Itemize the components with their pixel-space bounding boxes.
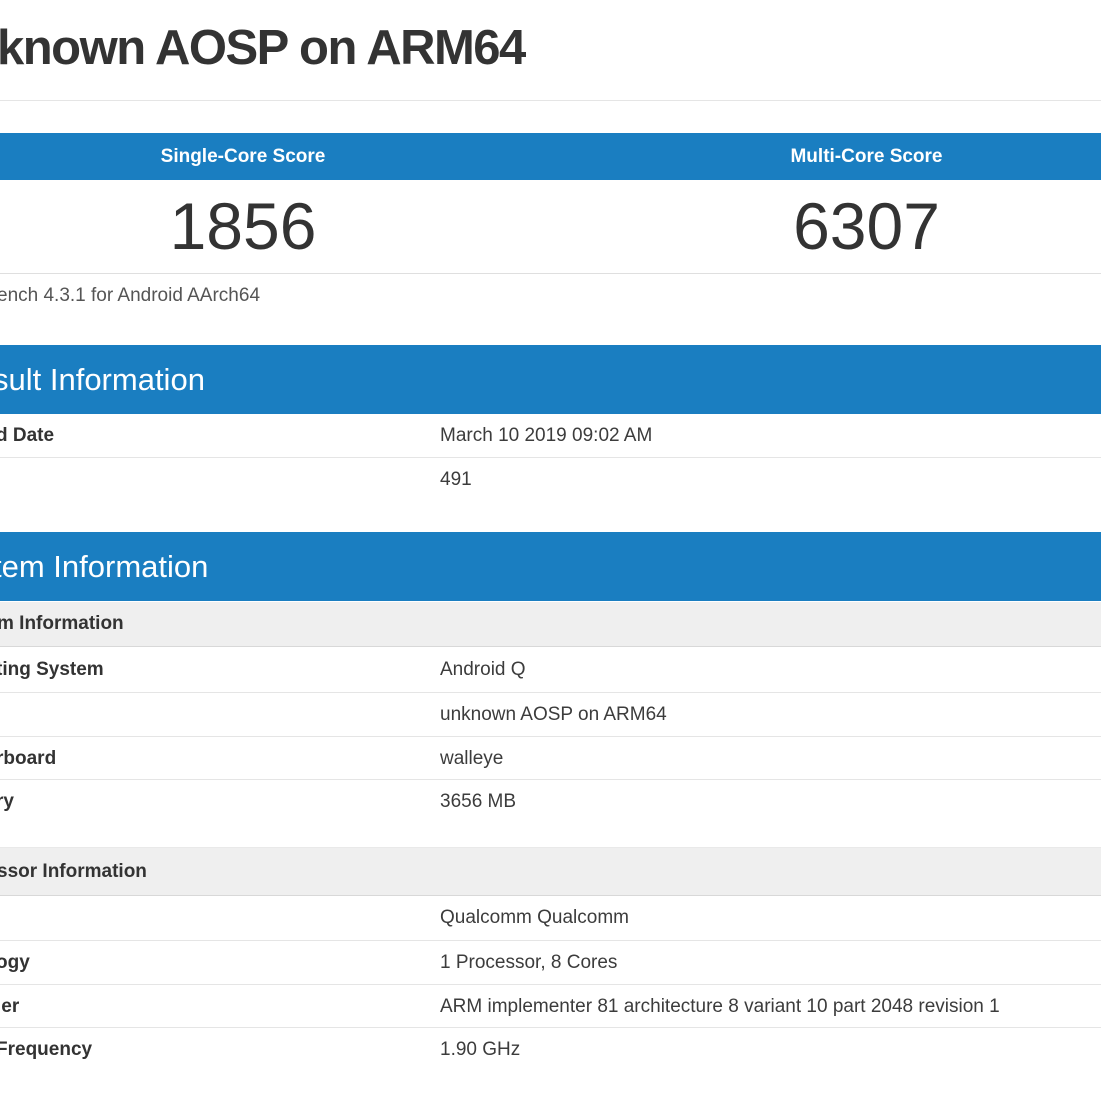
operating-system-value: Android Q	[440, 647, 526, 693]
upload-date-value: March 10 2019 09:02 AM	[440, 414, 652, 458]
score-values-row: 1856 6307	[0, 180, 1101, 273]
table-row: Qualcomm Qualcomm	[0, 895, 1101, 941]
identifier-label: ier	[0, 985, 19, 1028]
table-row: ier ARM implementer 81 architecture 8 va…	[0, 985, 1101, 1028]
table-row: ry 3656 MB	[0, 780, 1101, 823]
table-row: unknown AOSP on ARM64	[0, 693, 1101, 737]
multi-core-score-header: Multi-Core Score	[632, 133, 1101, 180]
memory-value: 3656 MB	[440, 780, 516, 823]
system-information-subheader: m Information	[0, 602, 1101, 647]
motherboard-label: rboard	[0, 737, 56, 780]
topology-label: ogy	[0, 941, 30, 985]
title-divider	[0, 100, 1101, 101]
table-row: Frequency 1.90 GHz	[0, 1028, 1101, 1072]
score-header-bar: Single-Core Score Multi-Core Score	[0, 133, 1101, 180]
topology-value: 1 Processor, 8 Cores	[440, 941, 617, 985]
model-value: unknown AOSP on ARM64	[440, 693, 667, 737]
multi-core-score-value: 6307	[632, 180, 1101, 273]
table-row: ogy 1 Processor, 8 Cores	[0, 941, 1101, 985]
benchmark-result-page: known AOSP on ARM64 Single-Core Score Mu…	[0, 0, 1104, 1104]
identifier-value: ARM implementer 81 architecture 8 varian…	[440, 985, 1000, 1028]
processor-information-subheader-label: ssor Information	[0, 848, 147, 896]
scores-divider	[0, 273, 1101, 274]
table-row: rboard walleye	[0, 737, 1101, 780]
processor-information-subheader: ssor Information	[0, 847, 1101, 896]
table-row: ting System Android Q	[0, 647, 1101, 693]
single-core-score-header: Single-Core Score	[0, 133, 486, 180]
table-row: d Date March 10 2019 09:02 AM	[0, 414, 1101, 458]
processor-name-value: Qualcomm Qualcomm	[440, 895, 629, 941]
system-information-subheader-label: m Information	[0, 602, 124, 646]
motherboard-value: walleye	[440, 737, 503, 780]
result-information-section-title: sult Information	[0, 345, 205, 414]
page-title: known AOSP on ARM64	[0, 20, 525, 76]
upload-date-label: d Date	[0, 414, 54, 458]
system-information-section-title: tem Information	[0, 532, 208, 601]
views-value: 491	[440, 458, 472, 501]
memory-label: ry	[0, 780, 14, 823]
system-information-section-header: tem Information	[0, 532, 1101, 601]
operating-system-label: ting System	[0, 647, 104, 693]
benchmark-version-text: ench 4.3.1 for Android AArch64	[0, 285, 260, 307]
table-row: 491	[0, 458, 1101, 501]
single-core-score-value: 1856	[0, 180, 486, 273]
result-information-section-header: sult Information	[0, 345, 1101, 414]
base-frequency-label: Frequency	[0, 1028, 92, 1072]
base-frequency-value: 1.90 GHz	[440, 1028, 520, 1072]
